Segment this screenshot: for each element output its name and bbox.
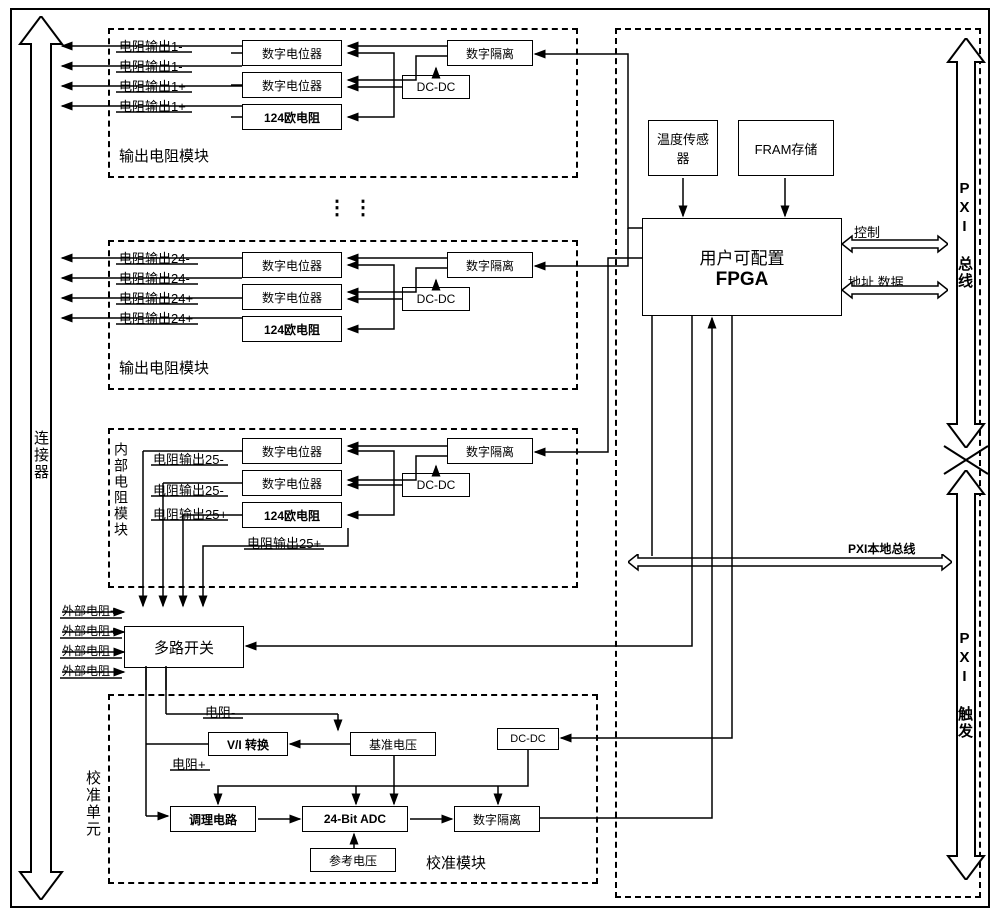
interconnect-wires: [12, 10, 992, 910]
diagram-frame: 连接器 数字电位器 数字电位器 124欧电阻 DC-DC 数字隔离 输出电阻模块…: [10, 8, 990, 908]
